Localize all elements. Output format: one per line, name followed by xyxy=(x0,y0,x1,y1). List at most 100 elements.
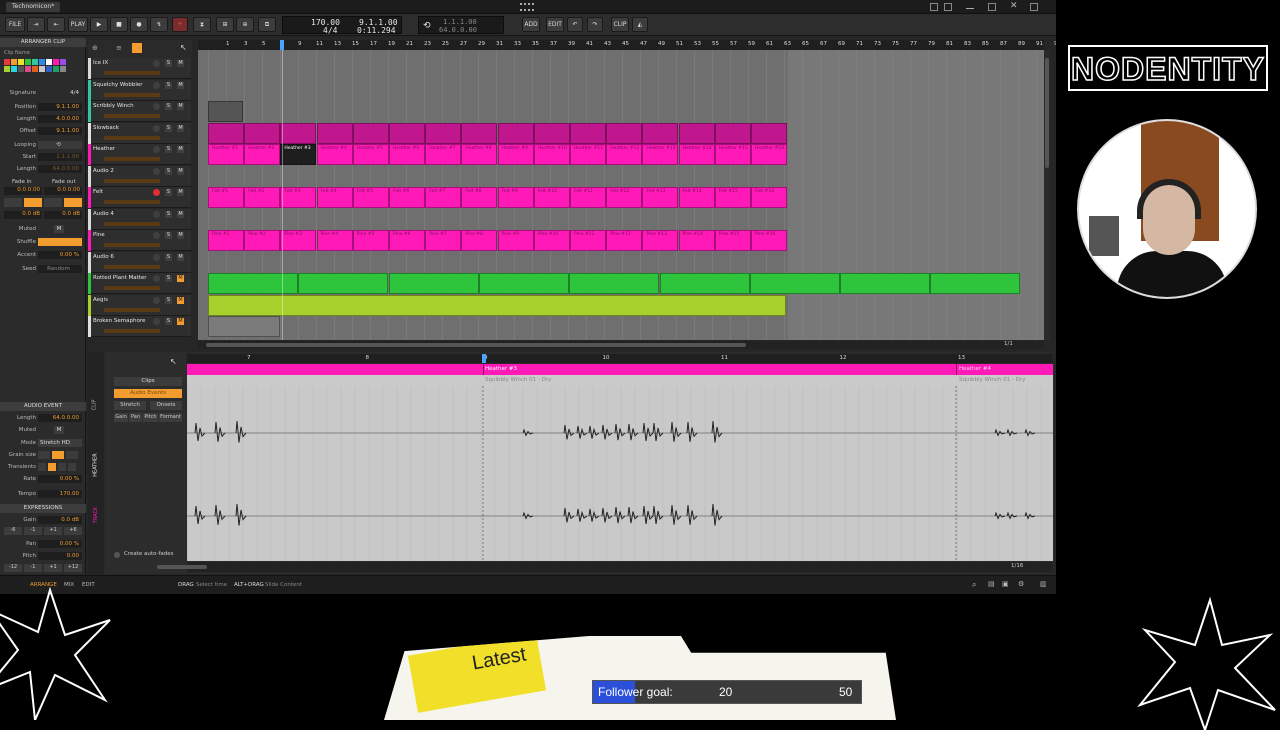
color-swatch[interactable] xyxy=(53,66,59,72)
arranger-clip[interactable] xyxy=(930,273,1021,294)
clip-menu-button[interactable]: CLIP xyxy=(611,17,629,32)
gain-lane-button[interactable]: Gain xyxy=(114,413,128,422)
arranger-clip[interactable]: Pine #8 xyxy=(461,230,498,251)
audio-event-label[interactable]: Squibbly Winch 01 - Dry xyxy=(959,377,1025,383)
arranger-clip[interactable]: Heather #5 xyxy=(352,144,389,165)
ae-length-value[interactable]: 64.0.0.00 xyxy=(38,414,82,422)
track-header[interactable]: Felt S M xyxy=(88,187,191,208)
track-view-icon[interactable] xyxy=(132,43,142,53)
arranger-vscroll[interactable] xyxy=(1044,50,1050,340)
loop-start[interactable]: 1.1.1.00 xyxy=(443,18,477,26)
fade-curve-icon[interactable] xyxy=(24,198,42,207)
grain-size-small[interactable] xyxy=(38,451,50,459)
solo-button[interactable]: S xyxy=(165,60,172,67)
arranger-clip[interactable] xyxy=(714,122,751,144)
transient-mode-c[interactable] xyxy=(58,463,66,471)
color-swatch[interactable] xyxy=(32,59,38,65)
editor-zoom-label[interactable]: 1/16 xyxy=(1011,563,1023,569)
pitch-step-button[interactable]: -12 xyxy=(4,564,22,572)
signature-value[interactable]: 4/4 xyxy=(38,89,82,97)
mute-button[interactable]: M xyxy=(177,296,184,304)
fade-in-value[interactable]: 0.0.0.00 xyxy=(4,187,42,195)
mute-button[interactable]: M xyxy=(177,124,184,132)
expression-gain-value[interactable]: 0.0 dB xyxy=(38,516,82,524)
fade-curve-icon[interactable] xyxy=(64,198,82,207)
minimize-icon[interactable] xyxy=(966,3,974,9)
mute-button[interactable]: M xyxy=(177,253,184,261)
track-header[interactable]: Broken Semaphore S M xyxy=(88,316,191,337)
arranger-clip[interactable] xyxy=(642,122,679,144)
arranger-clip[interactable]: Pine #5 xyxy=(352,230,389,251)
arranger-clip[interactable]: Felt #1 xyxy=(208,187,244,208)
color-palette[interactable] xyxy=(4,59,70,85)
arranger-clip[interactable]: Pine #13 xyxy=(642,230,679,251)
arranger-clip[interactable]: Heather #16 xyxy=(751,144,787,165)
pitch-step-button[interactable]: +1 xyxy=(44,564,62,572)
arranger-clip[interactable]: Pine #9 xyxy=(497,230,534,251)
color-swatch[interactable] xyxy=(39,59,45,65)
transient-mode-a[interactable] xyxy=(38,463,46,471)
hscroll-thumb[interactable] xyxy=(206,343,746,347)
solo-button[interactable]: S xyxy=(165,275,172,282)
browser-icon[interactable]: ▤ xyxy=(988,580,995,588)
onsets-button[interactable]: Onsets xyxy=(150,401,182,410)
expression-pitch-value[interactable]: 0.00 xyxy=(38,552,82,560)
gain-right-value[interactable]: 0.0 dB xyxy=(44,211,82,219)
track-volume-fader[interactable] xyxy=(104,307,160,312)
color-swatch[interactable] xyxy=(46,66,52,72)
track-header[interactable]: Slowback S M xyxy=(88,122,191,144)
keyboard-icon[interactable]: ▥ xyxy=(1040,580,1047,588)
panel-toggle-icon[interactable] xyxy=(930,3,938,11)
solo-button[interactable]: S xyxy=(165,146,172,153)
shuffle-toggle[interactable] xyxy=(38,238,82,246)
arranger-clip[interactable] xyxy=(208,273,298,294)
track-header[interactable]: Audio 4 S M xyxy=(88,208,191,230)
automation-write-icon[interactable]: ↯ xyxy=(150,17,168,32)
track-volume-fader[interactable] xyxy=(104,221,160,226)
gain-left-value[interactable]: 0.0 dB xyxy=(4,211,42,219)
add-clip-icon[interactable]: ⊕ xyxy=(236,17,254,32)
track-header[interactable]: Heather S M xyxy=(88,144,191,165)
mute-button[interactable]: M xyxy=(177,167,184,175)
rate-value[interactable]: 0.00 % xyxy=(38,475,82,483)
solo-button[interactable]: S xyxy=(165,103,172,110)
color-swatch[interactable] xyxy=(60,66,66,72)
mute-button[interactable]: M xyxy=(177,81,184,89)
arranger-clip[interactable] xyxy=(244,122,281,144)
arranger-ruler[interactable]: 1357911131517192123252729313335373941434… xyxy=(198,40,1056,50)
color-swatch[interactable] xyxy=(4,66,10,72)
arranger-clip[interactable]: Felt #3 xyxy=(280,187,317,208)
arranger-clip[interactable] xyxy=(678,122,715,144)
track-name[interactable]: Aegis xyxy=(93,297,108,303)
arranger-clip[interactable]: Felt #6 xyxy=(389,187,425,208)
position-time[interactable]: 0:11.294 xyxy=(357,26,396,35)
color-swatch[interactable] xyxy=(18,59,24,65)
track-arm-button[interactable] xyxy=(153,189,160,196)
track-name[interactable]: Scribbly Winch xyxy=(93,103,134,109)
arranger-clip[interactable] xyxy=(659,273,750,294)
arranger-clip[interactable]: Pine #2 xyxy=(244,230,281,251)
audio-waveform-view[interactable] xyxy=(187,386,1053,561)
track-arm-button[interactable] xyxy=(153,253,160,261)
mute-button[interactable]: M xyxy=(177,318,184,325)
arranger-clip[interactable]: Heather #6 xyxy=(389,144,425,165)
track-volume-fader[interactable] xyxy=(104,157,160,161)
track-volume-fader[interactable] xyxy=(104,135,160,140)
track-volume-fader[interactable] xyxy=(104,71,160,75)
pitch-lane-button[interactable]: Pitch xyxy=(143,413,158,422)
stretch-button[interactable]: Stretch xyxy=(114,401,146,410)
color-swatch[interactable] xyxy=(25,59,31,65)
track-name[interactable]: Audio 6 xyxy=(93,254,114,260)
track-header[interactable]: Scribbly Winch S M xyxy=(88,101,191,122)
arranger-clip[interactable]: Pine #16 xyxy=(751,230,787,251)
pointer-tool-icon[interactable]: ↖ xyxy=(180,43,187,52)
arranger-clip[interactable]: Heather #8 xyxy=(461,144,498,165)
arranger-clip[interactable]: Pine #7 xyxy=(425,230,462,251)
arranger-clip[interactable]: Pine #12 xyxy=(606,230,643,251)
track-header[interactable]: Squelchy Wobbler S M xyxy=(88,79,191,101)
color-swatch[interactable] xyxy=(53,59,59,65)
arranger-clip[interactable] xyxy=(533,122,570,144)
accent-value[interactable]: 0.00 % xyxy=(38,251,82,259)
expression-pan-value[interactable]: 0.00 % xyxy=(38,540,82,548)
track-name[interactable]: Squelchy Wobbler xyxy=(93,82,143,88)
